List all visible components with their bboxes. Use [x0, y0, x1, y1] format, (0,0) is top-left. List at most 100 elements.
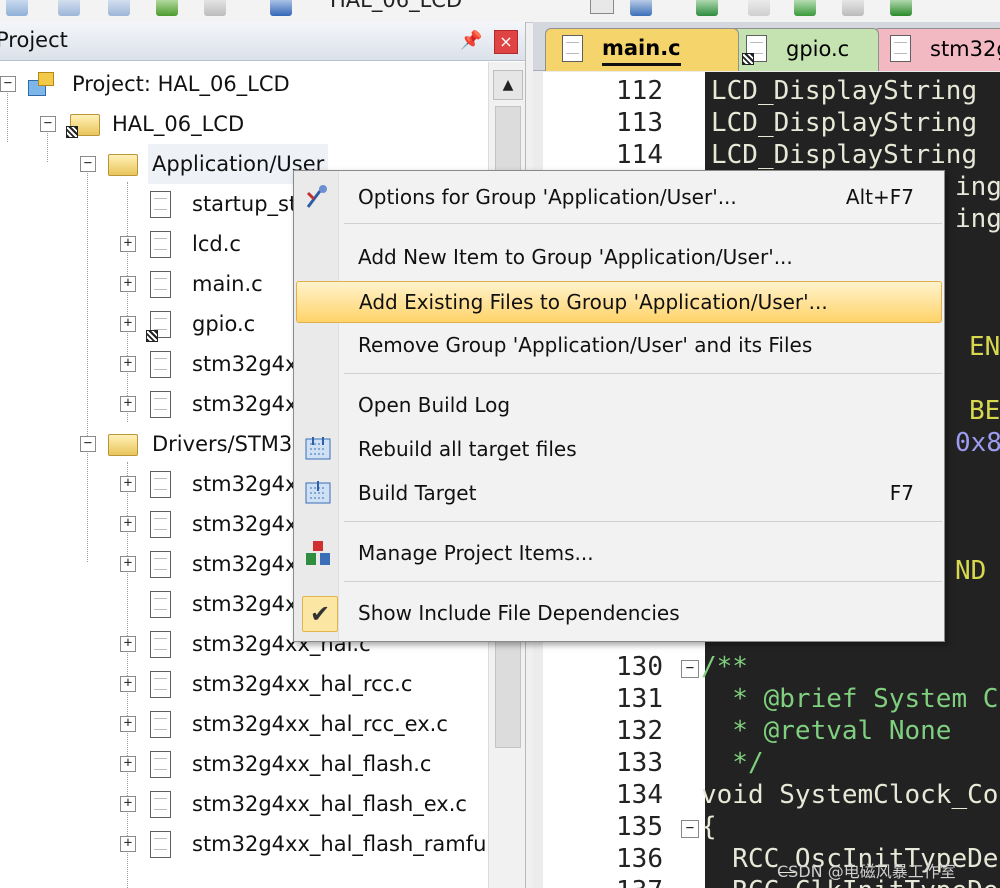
file-icon: [150, 711, 171, 738]
expand-toggle[interactable]: +: [120, 796, 136, 812]
tree-item-project[interactable]: − Project: HAL_06_LCD: [0, 64, 488, 104]
line-number: 137: [543, 876, 663, 888]
line-number: 132: [616, 716, 663, 746]
expand-toggle[interactable]: +: [120, 836, 136, 852]
pin-icon[interactable]: 📌: [460, 30, 482, 51]
code-line: LCD_DisplayString: [711, 140, 978, 170]
target-select-value[interactable]: HAL_06_LCD: [330, 0, 462, 12]
toolbar-icon-5[interactable]: [204, 0, 226, 16]
tree-item-target[interactable]: − HAL_06_LCD: [0, 104, 488, 144]
toolbar-icon-12[interactable]: [890, 0, 912, 16]
file-icon: [150, 751, 171, 778]
tree-item-file[interactable]: + stm32g4xx_hal_rcc.c: [0, 664, 488, 704]
file-icon: [150, 631, 171, 658]
line-number: 135: [616, 812, 663, 842]
toolbar-icon-3[interactable]: [108, 0, 130, 16]
menu-item-rebuild-all[interactable]: Rebuild all target files: [296, 429, 940, 469]
expand-toggle[interactable]: +: [120, 396, 136, 412]
file-icon: [150, 191, 171, 218]
tab-label: main.c: [602, 33, 681, 66]
folder-open-icon: [108, 154, 138, 176]
toolbar-icon-11[interactable]: [842, 0, 864, 16]
toolbar-icon-6[interactable]: [270, 0, 292, 16]
expand-toggle[interactable]: +: [120, 756, 136, 772]
fold-toggle[interactable]: −: [681, 820, 699, 838]
expand-toggle[interactable]: +: [120, 356, 136, 372]
line-number: 131: [616, 684, 663, 714]
expand-toggle[interactable]: +: [120, 316, 136, 332]
menu-item-build-target[interactable]: Build Target F7: [296, 473, 940, 513]
toolbar-icon-9[interactable]: [748, 0, 770, 16]
menu-item-remove-group[interactable]: Remove Group 'Application/User' and its …: [296, 325, 940, 365]
tab-stm32g4xx-it-c[interactable]: stm32g4xx_it.c: [873, 28, 1000, 71]
expand-toggle[interactable]: +: [120, 636, 136, 652]
menu-item-options-for-group[interactable]: Options for Group 'Application/User'... …: [296, 177, 940, 217]
project-icon: [26, 70, 56, 98]
context-menu: Options for Group 'Application/User'... …: [293, 170, 945, 642]
collapse-toggle[interactable]: −: [80, 156, 96, 172]
code-line: void SystemClock_Co: [701, 780, 999, 810]
project-panel-header: Project 📌 ×: [0, 22, 525, 61]
tree-item-label: HAL_06_LCD: [112, 112, 245, 136]
toolbar-icon-2[interactable]: [58, 0, 80, 16]
tab-gpio-c[interactable]: gpio.c: [729, 28, 879, 71]
expand-toggle[interactable]: +: [120, 676, 136, 692]
line-number: 113: [616, 108, 663, 138]
file-icon: [150, 351, 171, 378]
menu-item-add-existing-files[interactable]: Add Existing Files to Group 'Application…: [296, 281, 942, 323]
line-number: 133: [616, 748, 663, 778]
code-line: /**: [701, 652, 748, 682]
menu-item-shortcut: F7: [889, 481, 914, 505]
collapse-toggle[interactable]: −: [0, 76, 16, 92]
build-icon: [304, 479, 332, 507]
collapse-toggle[interactable]: −: [80, 436, 96, 452]
file-icon: [150, 551, 171, 578]
file-icon: [150, 831, 171, 858]
expand-toggle[interactable]: +: [120, 476, 136, 492]
main-toolbar: HAL_06_LCD: [0, 0, 1000, 23]
toolbar-icon-7[interactable]: [630, 0, 652, 16]
file-icon: [150, 271, 171, 298]
menu-item-manage-project-items[interactable]: Manage Project Items...: [296, 533, 940, 573]
menu-item-label: Remove Group 'Application/User' and its …: [358, 333, 813, 357]
tree-item-file[interactable]: + stm32g4xx_hal_rcc_ex.c: [0, 704, 488, 744]
menu-separator: [344, 223, 942, 224]
checkmark-icon: ✔: [302, 596, 338, 632]
code-fragment: BE: [969, 396, 1000, 426]
tab-label: stm32g4xx_it.c: [930, 37, 1000, 61]
expand-toggle[interactable]: +: [120, 516, 136, 532]
toolbar-icon-1[interactable]: [6, 0, 28, 16]
line-number: 134: [616, 780, 663, 810]
toolbar-icon-4[interactable]: [156, 0, 178, 16]
file-icon: [150, 511, 171, 538]
expand-toggle[interactable]: +: [120, 556, 136, 572]
expand-toggle[interactable]: +: [120, 236, 136, 252]
tree-item-file[interactable]: + stm32g4xx_hal_flash_ex.c: [0, 784, 488, 824]
code-fragment: EN: [969, 332, 1000, 362]
config-mark-icon: [66, 126, 78, 138]
file-icon: [150, 671, 171, 698]
code-line: * @retval None: [701, 716, 952, 746]
collapse-toggle[interactable]: −: [40, 116, 56, 132]
options-icon: [304, 183, 332, 211]
fold-toggle[interactable]: −: [681, 660, 699, 678]
file-icon: [150, 391, 171, 418]
code-line: {: [701, 812, 717, 842]
tree-item-file[interactable]: + stm32g4xx_hal_flash_ramfunc.c: [0, 824, 488, 864]
file-icon: [150, 471, 171, 498]
close-icon[interactable]: ×: [494, 30, 518, 54]
tab-main-c[interactable]: main.c: [545, 28, 739, 71]
menu-item-show-include-dependencies[interactable]: ✔ Show Include File Dependencies: [296, 593, 940, 633]
target-dropdown-button[interactable]: [590, 0, 614, 14]
tree-item-label: lcd.c: [192, 232, 241, 256]
file-icon: [150, 231, 171, 258]
scroll-up-arrow-icon[interactable]: ▲: [493, 70, 523, 100]
tree-item-file[interactable]: + stm32g4xx_hal_flash.c: [0, 744, 488, 784]
menu-item-add-new-item[interactable]: Add New Item to Group 'Application/User'…: [296, 237, 940, 277]
expand-toggle[interactable]: +: [120, 716, 136, 732]
toolbar-icon-8[interactable]: [696, 0, 718, 16]
toolbar-icon-10[interactable]: [794, 0, 816, 16]
menu-item-open-build-log[interactable]: Open Build Log: [296, 385, 940, 425]
expand-toggle[interactable]: +: [120, 276, 136, 292]
config-mark-icon: [146, 330, 158, 342]
